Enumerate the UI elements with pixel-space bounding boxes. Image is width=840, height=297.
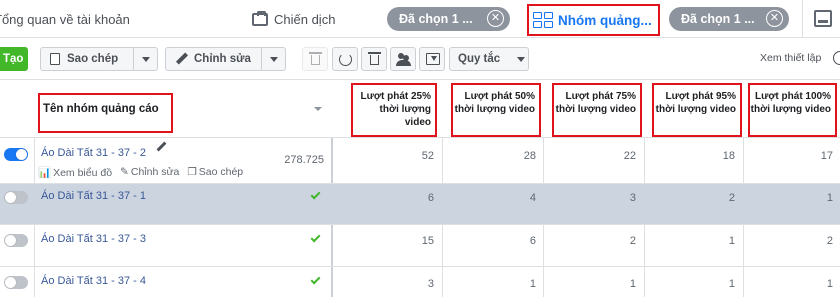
- tab-account-overview[interactable]: Tổng quan về tài khoản: [0, 0, 130, 38]
- copy-icon: ❐: [187, 166, 197, 178]
- toggle-icon[interactable]: [833, 51, 840, 65]
- view-setup-link[interactable]: Xem thiết lập: [760, 52, 821, 64]
- reach-value: 278.725: [284, 154, 324, 166]
- briefcase-icon: [252, 10, 268, 26]
- metric-cell: 3: [629, 192, 636, 204]
- sort-icon[interactable]: [314, 107, 322, 111]
- metric-cell: 1: [728, 235, 735, 247]
- metric-cell: 1: [629, 278, 636, 290]
- metric-cell: 1: [529, 278, 536, 290]
- view-chart-link[interactable]: 📊 Xem biểu đồ: [38, 166, 112, 179]
- undo-button[interactable]: [332, 47, 358, 71]
- close-icon[interactable]: ✕: [487, 10, 504, 27]
- create-button[interactable]: Tạo: [0, 47, 28, 71]
- column-header-video-100[interactable]: Lượt phát 100% thời lượng video: [748, 83, 837, 137]
- ad-icon[interactable]: [814, 10, 832, 27]
- metric-cell: 2: [728, 192, 735, 204]
- audience-button[interactable]: [390, 47, 416, 71]
- export-button[interactable]: [419, 47, 445, 71]
- copy-dropdown[interactable]: [133, 48, 157, 70]
- close-icon[interactable]: ✕: [766, 10, 783, 27]
- row-edit-label: Chỉnh sửa: [130, 166, 180, 178]
- column-header-video-95[interactable]: Lượt phát 95% thời lượng video: [652, 83, 742, 137]
- adset-name-link[interactable]: Áo Dài Tất 31 - 37 - 2: [41, 147, 146, 159]
- chevron-down-icon: [142, 57, 150, 62]
- check-icon: [310, 189, 321, 200]
- row-actions: 📊 Xem biểu đồ ✎ Chỉnh sửa ❐ Sao chép: [38, 166, 243, 179]
- create-button-label: Tạo: [3, 53, 24, 65]
- edit-button[interactable]: Chỉnh sửa: [165, 47, 286, 71]
- selected-adsets-label: Đã chọn 1 ...: [681, 12, 755, 26]
- metric-cell: 4: [529, 192, 536, 204]
- adset-name-link[interactable]: Áo Dài Tất 31 - 37 - 4: [41, 275, 146, 287]
- selected-campaigns-label: Đã chọn 1 ...: [399, 12, 473, 26]
- chevron-down-icon: [270, 57, 278, 62]
- users-icon: [396, 53, 411, 66]
- toolbar: Tạo Sao chép Chỉnh sửa Quy tắc Xem thiết…: [0, 38, 840, 80]
- metric-cell: 6: [427, 192, 434, 204]
- tab-account-overview-label: Tổng quan về tài khoản: [0, 11, 130, 27]
- adset-name-link[interactable]: Áo Dài Tất 31 - 37 - 3: [41, 233, 146, 245]
- pencil-icon: ✎: [120, 166, 129, 178]
- table-row[interactable]: Áo Dài Tất 31 - 37 - 3 15 6 2 1 2: [0, 225, 840, 267]
- metric-cell: 52: [421, 150, 434, 162]
- metric-cell: 17: [820, 150, 833, 162]
- tab-adsets-label: Nhóm quảng...: [558, 12, 652, 28]
- table-row[interactable]: Áo Dài Tất 31 - 37 - 2 📊 Xem biểu đồ ✎ Chỉ…: [0, 138, 840, 184]
- metric-cell: 18: [722, 150, 735, 162]
- trash-icon: [368, 52, 381, 65]
- grid-icon: [533, 12, 553, 28]
- table-row[interactable]: Áo Dài Tất 31 - 37 - 4 3 1 1 1 1: [0, 267, 840, 297]
- metric-cell: 3: [427, 278, 434, 290]
- metric-cell: 2: [826, 235, 833, 247]
- bar-chart-icon: 📊: [38, 167, 52, 179]
- rules-button[interactable]: Quy tắc: [449, 47, 529, 71]
- metric-cell: 15: [421, 235, 434, 247]
- adset-toggle[interactable]: [4, 148, 28, 161]
- adset-toggle[interactable]: [4, 191, 28, 204]
- adsets-table: Tên nhóm quảng cáo Lượt phát 25% thời lư…: [0, 80, 840, 297]
- edit-dropdown[interactable]: [261, 48, 285, 70]
- archive-icon: [309, 52, 322, 65]
- metric-cell: 2: [629, 235, 636, 247]
- pencil-icon[interactable]: [157, 142, 167, 152]
- tab-bar: Tổng quan về tài khoản Chiến dịch Đã chọ…: [0, 0, 840, 38]
- tab-adsets[interactable]: Nhóm quảng...: [527, 4, 660, 36]
- metric-cell: 1: [826, 278, 833, 290]
- column-header-video-75[interactable]: Lượt phát 75% thời lượng video: [552, 83, 642, 137]
- column-header-adset-name[interactable]: Tên nhóm quảng cáo: [38, 93, 173, 133]
- check-icon: [310, 274, 321, 285]
- adset-name-link[interactable]: Áo Dài Tất 31 - 37 - 1: [41, 190, 146, 202]
- adset-toggle[interactable]: [4, 234, 28, 247]
- metric-cell: 1: [728, 278, 735, 290]
- adset-toggle[interactable]: [4, 276, 28, 289]
- copy-icon: [46, 53, 60, 69]
- rules-button-label: Quy tắc: [458, 53, 501, 65]
- row-edit-link[interactable]: ✎ Chỉnh sửa: [120, 166, 179, 179]
- column-header-video-25[interactable]: Lượt phát 25% thời lượng video: [351, 83, 437, 137]
- undo-icon: [339, 53, 352, 66]
- table-row[interactable]: Áo Dài Tất 31 - 37 - 1 6 4 3 2 1: [0, 184, 840, 225]
- table-header: Tên nhóm quảng cáo Lượt phát 25% thời lư…: [0, 80, 840, 138]
- tab-campaigns-label: Chiến dịch: [274, 11, 336, 27]
- row-copy-link[interactable]: ❐ Sao chép: [187, 166, 243, 179]
- selected-adsets-chip[interactable]: Đã chọn 1 ... ✕: [669, 7, 789, 31]
- export-icon: [426, 53, 440, 65]
- tab-divider: [802, 0, 803, 38]
- metric-cell: 22: [623, 150, 636, 162]
- row-copy-label: Sao chép: [198, 166, 244, 178]
- metric-cell: 6: [529, 235, 536, 247]
- delete-button[interactable]: [361, 47, 387, 71]
- column-header-video-50[interactable]: Lượt phát 50% thời lượng video: [451, 83, 541, 137]
- pencil-icon: [176, 53, 188, 65]
- copy-button[interactable]: Sao chép: [40, 47, 158, 71]
- metric-cell: 28: [523, 150, 536, 162]
- chevron-down-icon: [517, 57, 525, 62]
- metric-cell: 1: [826, 192, 833, 204]
- tab-campaigns[interactable]: Chiến dịch: [252, 0, 335, 38]
- check-icon: [310, 232, 321, 243]
- view-chart-label: Xem biểu đồ: [53, 167, 113, 179]
- archive-button[interactable]: [302, 47, 328, 71]
- selected-campaigns-chip[interactable]: Đã chọn 1 ... ✕: [387, 7, 510, 31]
